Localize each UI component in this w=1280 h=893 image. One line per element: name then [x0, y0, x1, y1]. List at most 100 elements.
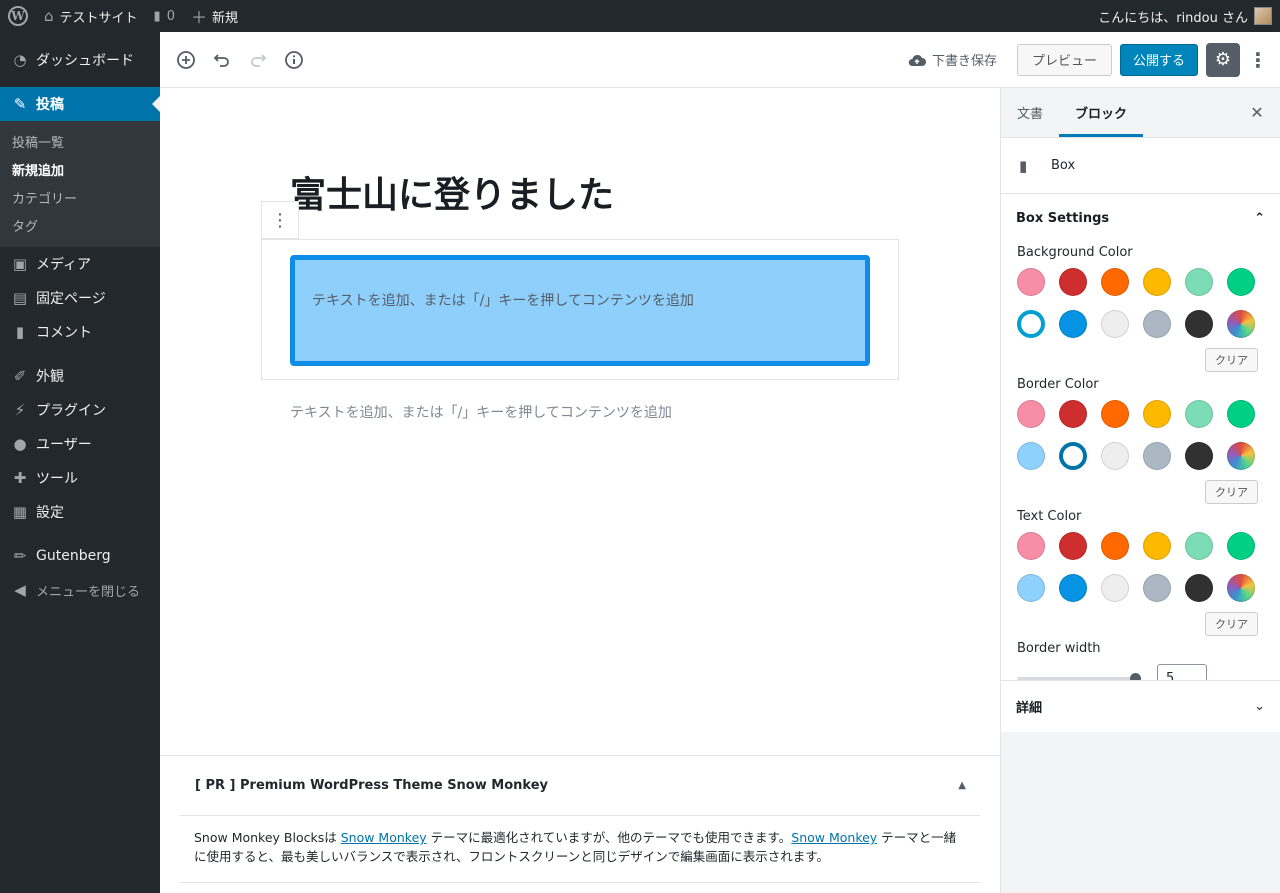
color-swatch[interactable]	[1059, 400, 1087, 428]
preview-button[interactable]: プレビュー	[1016, 43, 1112, 76]
submenu-item-all-posts[interactable]: 投稿一覧	[0, 127, 160, 155]
settings-toggle-button[interactable]: ⚙	[1206, 42, 1240, 77]
clear-text-color-button[interactable]: クリア	[1205, 612, 1258, 636]
sidebar-item-dashboard[interactable]: ◔ ダッシュボード	[0, 43, 160, 77]
chevron-up-icon: ⌃	[1254, 210, 1265, 226]
comment-count: 0	[166, 8, 175, 24]
undo-button[interactable]	[204, 42, 240, 78]
color-swatch[interactable]	[1059, 442, 1087, 470]
custom-color-button[interactable]	[1227, 574, 1255, 602]
details-panel-toggle[interactable]: 詳細 ⌄	[1001, 680, 1280, 732]
sidebar-item-label: ダッシュボード	[36, 53, 134, 69]
greeting: こんにちは、rindou さん	[1098, 10, 1248, 26]
color-swatch[interactable]	[1227, 400, 1255, 428]
sidebar-item-settings[interactable]: ▦ 設定	[0, 495, 160, 529]
color-swatch[interactable]	[1185, 442, 1213, 470]
color-swatch[interactable]	[1101, 574, 1129, 602]
snow-monkey-link[interactable]: Snow Monkey	[341, 830, 427, 845]
color-swatch[interactable]	[1185, 268, 1213, 296]
color-swatch[interactable]	[1101, 532, 1129, 560]
sidebar-item-comments[interactable]: ▮ コメント	[0, 315, 160, 349]
color-swatch[interactable]	[1227, 532, 1255, 560]
publish-button[interactable]: 公開する	[1119, 43, 1198, 76]
more-menu-button[interactable]: ⋮	[1248, 48, 1268, 72]
color-swatch[interactable]	[1185, 310, 1213, 338]
color-swatch[interactable]	[1143, 442, 1171, 470]
details-label: 詳細	[1016, 701, 1043, 716]
save-draft-button[interactable]: 下書き保存	[908, 50, 997, 69]
color-swatch[interactable]	[1185, 574, 1213, 602]
close-settings-button[interactable]: ✕	[1234, 88, 1280, 137]
color-swatch[interactable]	[1101, 310, 1129, 338]
color-swatch[interactable]	[1059, 574, 1087, 602]
color-swatch[interactable]	[1017, 310, 1045, 338]
vertical-ellipsis-icon: ⋮	[271, 209, 289, 231]
color-swatch[interactable]	[1059, 532, 1087, 560]
submenu-item-tags[interactable]: タグ	[0, 211, 160, 239]
plus-icon: ＋	[190, 8, 207, 27]
color-swatch[interactable]	[1185, 532, 1213, 560]
wordpress-logo-icon: W	[8, 6, 28, 26]
color-swatch[interactable]	[1185, 400, 1213, 428]
wordpress-logo-button[interactable]: W	[0, 0, 36, 32]
submenu-item-categories[interactable]: カテゴリー	[0, 183, 160, 211]
sidebar-item-tools[interactable]: ✚ ツール	[0, 461, 160, 495]
color-swatch[interactable]	[1017, 574, 1045, 602]
sidebar-item-posts[interactable]: ✎ 投稿	[0, 87, 160, 121]
color-swatch[interactable]	[1101, 400, 1129, 428]
pr-metabox-header[interactable]: [ PR ] Premium WordPress Theme Snow Monk…	[179, 756, 980, 816]
settings-sidebar: 文書 ブロック ✕ ▮ Box Box Settings ⌃ Backgroun…	[1000, 88, 1280, 893]
admin-sidebar: ◔ ダッシュボード ✎ 投稿 投稿一覧 新規追加 カテゴリー タグ ▣ メディア…	[0, 32, 160, 893]
color-swatch[interactable]	[1227, 268, 1255, 296]
color-swatch[interactable]	[1143, 310, 1171, 338]
color-swatch[interactable]	[1101, 442, 1129, 470]
color-swatch[interactable]	[1143, 268, 1171, 296]
paragraph-placeholder[interactable]: テキストを追加、または「/」キーを押してコンテンツを追加	[290, 402, 672, 422]
tab-document[interactable]: 文書	[1001, 88, 1059, 137]
color-swatch[interactable]	[1017, 268, 1045, 296]
my-account-link[interactable]: こんにちは、rindou さん	[1098, 7, 1280, 26]
clear-background-button[interactable]: クリア	[1205, 348, 1258, 372]
color-swatch[interactable]	[1017, 400, 1045, 428]
clear-border-button[interactable]: クリア	[1205, 480, 1258, 504]
new-content-link[interactable]: ＋ 新規	[183, 0, 246, 32]
color-swatch[interactable]	[1059, 310, 1087, 338]
sidebar-item-gutenberg[interactable]: ✏ Gutenberg	[0, 539, 160, 573]
tab-block[interactable]: ブロック	[1059, 88, 1144, 137]
box-settings-toggle[interactable]: Box Settings ⌃	[1001, 194, 1280, 242]
color-swatch[interactable]	[1143, 400, 1171, 428]
custom-color-button[interactable]	[1227, 442, 1255, 470]
submenu-item-add-new[interactable]: 新規追加	[0, 155, 160, 183]
block-settings-menu-button[interactable]: ⋮	[261, 201, 299, 239]
custom-color-button[interactable]	[1227, 310, 1255, 338]
color-swatch[interactable]	[1017, 442, 1045, 470]
color-swatch[interactable]	[1101, 268, 1129, 296]
color-swatch[interactable]	[1143, 574, 1171, 602]
sidebar-item-pages[interactable]: ▤ 固定ページ	[0, 281, 160, 315]
sidebar-item-plugins[interactable]: ⚡ プラグイン	[0, 393, 160, 427]
info-button[interactable]	[276, 42, 312, 78]
color-swatch[interactable]	[1143, 532, 1171, 560]
site-name-link[interactable]: ⌂ テストサイト	[36, 0, 146, 32]
settings-icon: ▦	[12, 503, 28, 521]
collapse-triangle-icon[interactable]: ▲	[958, 780, 966, 791]
sidebar-item-label: メディア	[36, 257, 92, 273]
site-name: テストサイト	[59, 10, 138, 26]
redo-button[interactable]	[240, 42, 276, 78]
sidebar-item-media[interactable]: ▣ メディア	[0, 247, 160, 281]
box-block[interactable]: テキストを追加、または「/」キーを押してコンテンツを追加	[290, 255, 870, 366]
collapse-menu-button[interactable]: ◀ メニューを閉じる	[0, 573, 160, 607]
sidebar-item-users[interactable]: ● ユーザー	[0, 427, 160, 461]
color-swatch[interactable]	[1017, 532, 1045, 560]
sidebar-item-appearance[interactable]: ✐ 外観	[0, 359, 160, 393]
color-swatch[interactable]	[1059, 268, 1087, 296]
add-block-button[interactable]	[168, 42, 204, 78]
box-placeholder[interactable]: テキストを追加、または「/」キーを押してコンテンツを追加	[312, 290, 694, 310]
comments-link[interactable]: ▮ 0	[146, 0, 183, 32]
post-title[interactable]: 富士山に登りました	[290, 166, 614, 218]
close-icon: ✕	[1250, 103, 1264, 122]
sidebar-item-label: 固定ページ	[36, 291, 106, 307]
snow-monkey-link[interactable]: Snow Monkey	[791, 830, 877, 845]
sidebar-item-label: ユーザー	[36, 437, 92, 453]
sidebar-item-label: 設定	[36, 505, 64, 521]
